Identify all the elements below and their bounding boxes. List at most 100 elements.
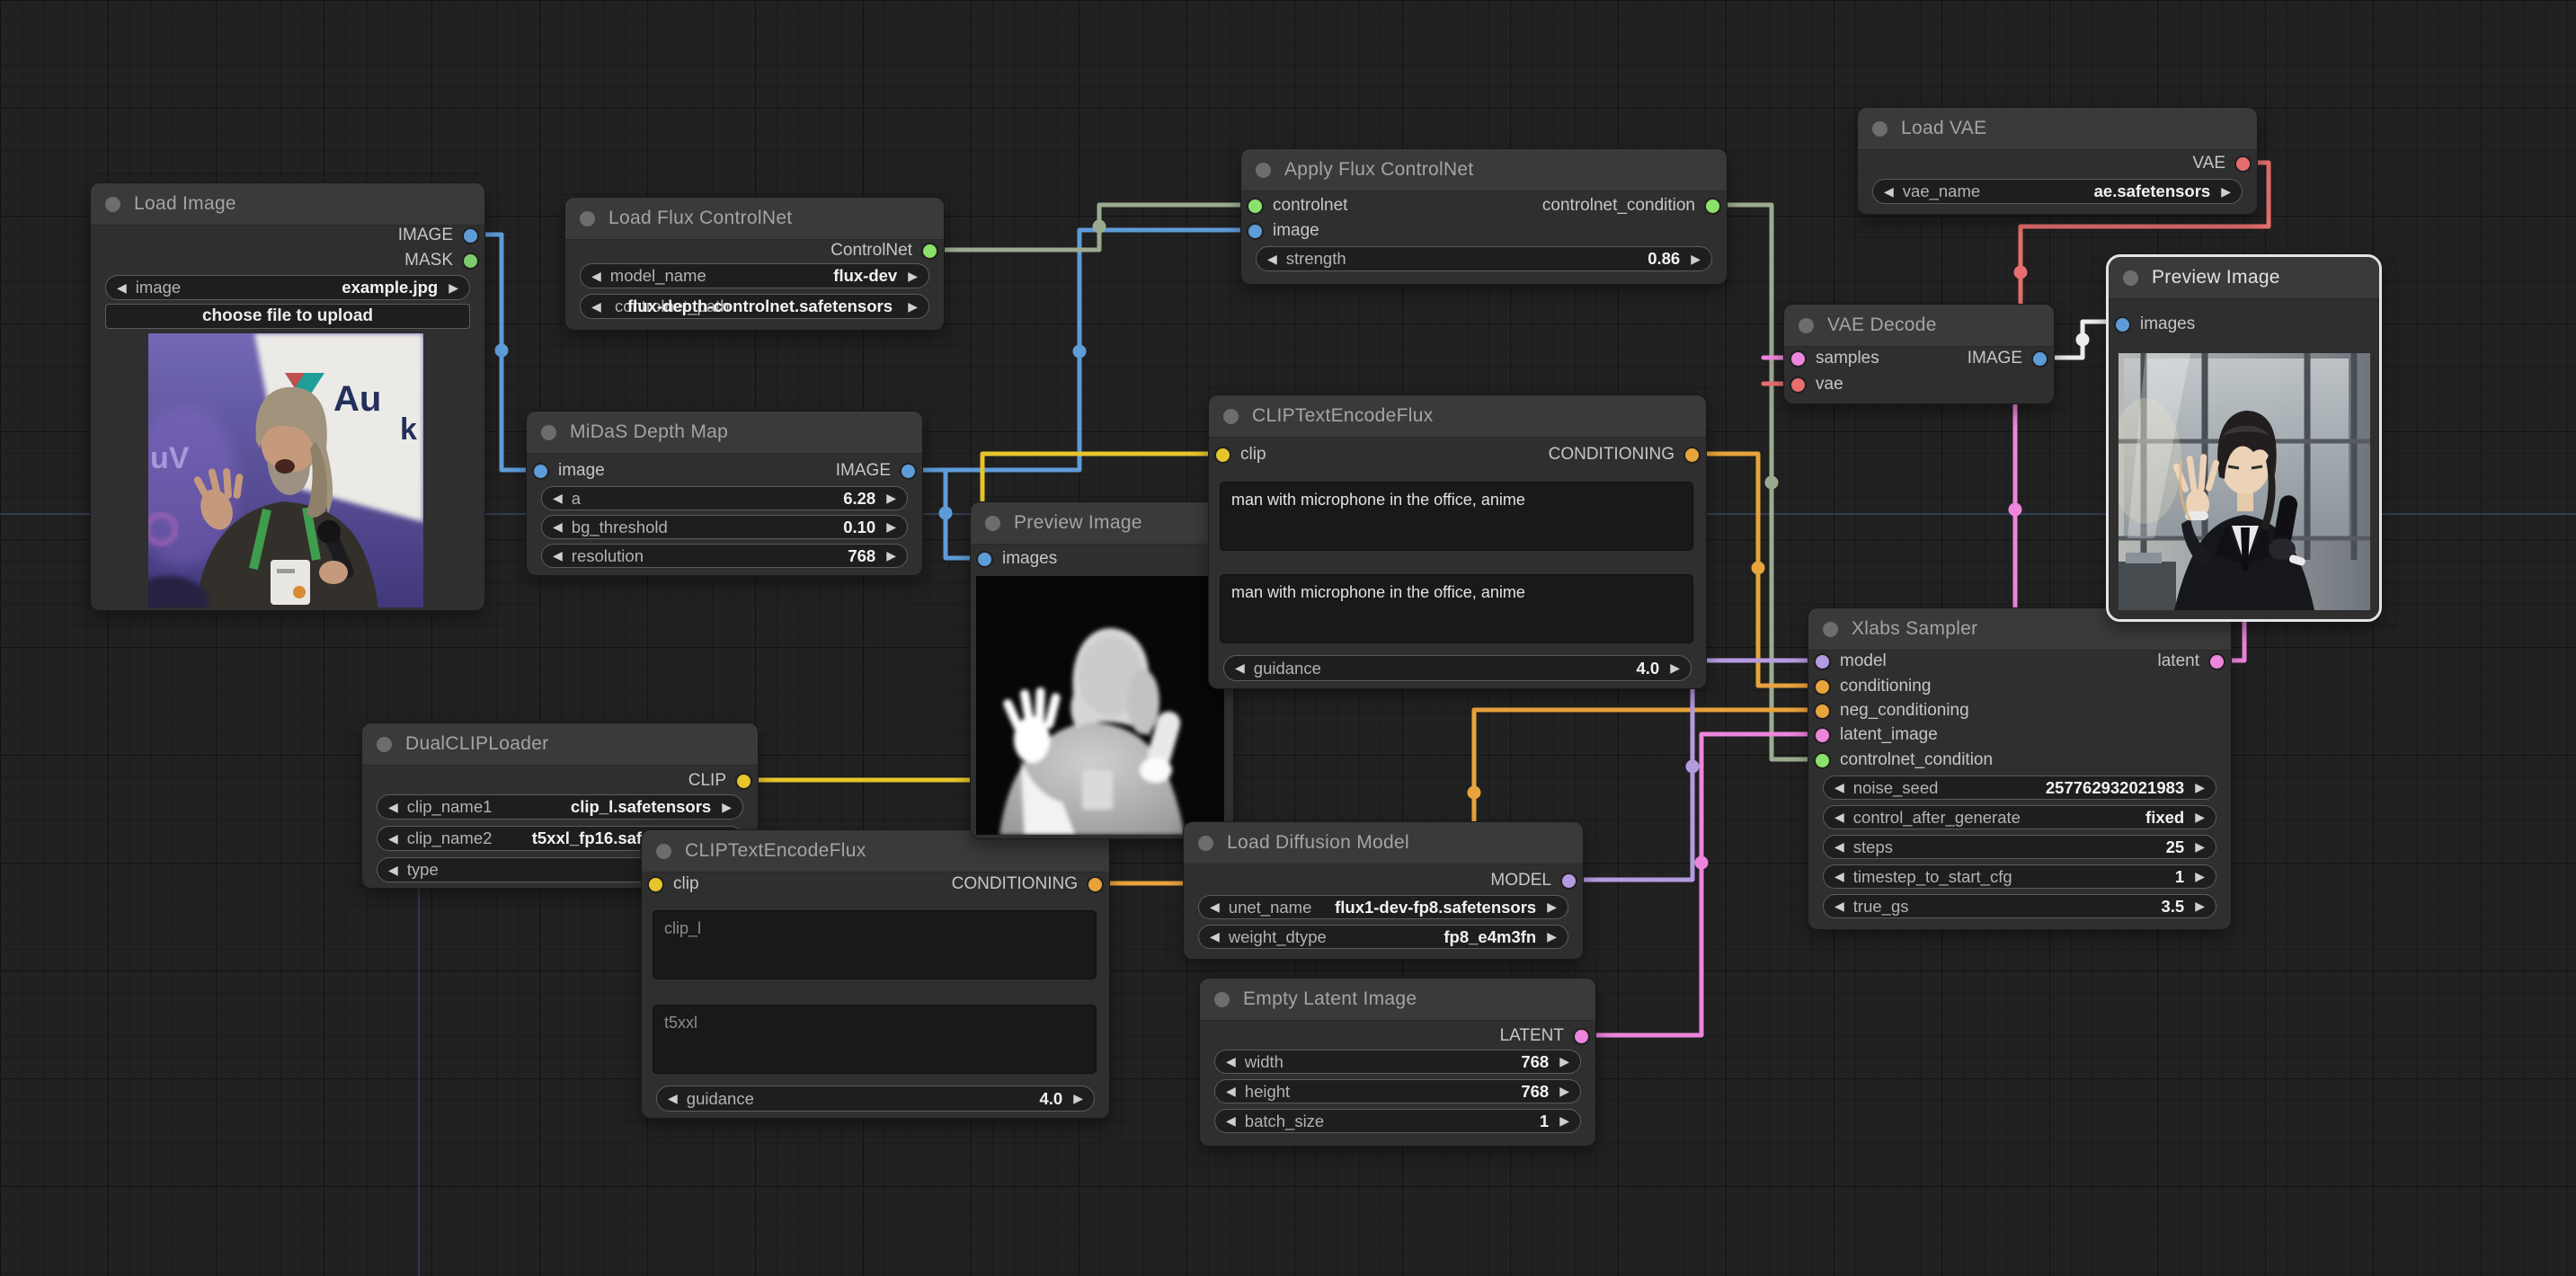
collapse-dot-icon[interactable]	[656, 843, 671, 859]
timestep_to_start_cfg-widget[interactable]: ◀ timestep_to_start_cfg 1 ▶	[1823, 864, 2216, 889]
controlnet-port-dot[interactable]	[1248, 199, 1262, 213]
increment-arrow-icon[interactable]: ▶	[2195, 839, 2205, 855]
increment-arrow-icon[interactable]: ▶	[722, 800, 732, 815]
increment-arrow-icon[interactable]: ▶	[2195, 810, 2205, 825]
decrement-arrow-icon[interactable]: ◀	[1834, 899, 1844, 914]
image-port-dot[interactable]	[1248, 224, 1262, 238]
height-widget[interactable]: ◀ height 768 ▶	[1214, 1079, 1581, 1103]
decrement-arrow-icon[interactable]: ◀	[1834, 780, 1844, 795]
vae_name-widget[interactable]: ◀ vae_name ae.safetensors ▶	[1872, 179, 2243, 204]
neg_conditioning-port-dot[interactable]	[1816, 704, 1829, 718]
collapse-dot-icon[interactable]	[1256, 162, 1271, 178]
decrement-arrow-icon[interactable]: ◀	[1226, 1054, 1236, 1069]
noise_seed-widget[interactable]: ◀ noise_seed 257762932021983 ▶	[1823, 775, 2216, 800]
prompt-textarea[interactable]: man with microphone in the office, anime	[1220, 574, 1693, 643]
node-midas-depth-map[interactable]: MiDaS Depth Map image IMAGE ◀ a 6.28 ▶ ◀ bg_thre…	[526, 411, 923, 576]
increment-arrow-icon[interactable]: ▶	[908, 299, 918, 315]
node-titlebar[interactable]: Preview Image	[2109, 257, 2379, 299]
strength-widget[interactable]: ◀ strength 0.86 ▶	[1256, 246, 1712, 271]
CONDITIONING-port-dot[interactable]	[1088, 877, 1102, 891]
images-port-dot[interactable]	[2116, 317, 2129, 332]
decrement-arrow-icon[interactable]: ◀	[1834, 810, 1844, 825]
increment-arrow-icon[interactable]: ▶	[1073, 1091, 1083, 1106]
decrement-arrow-icon[interactable]: ◀	[1226, 1113, 1236, 1129]
image-widget[interactable]: ◀ image example.jpg ▶	[105, 275, 470, 300]
MODEL-port-dot[interactable]	[1562, 873, 1576, 888]
node-titlebar[interactable]: Preview Image	[971, 502, 1233, 545]
decrement-arrow-icon[interactable]: ◀	[553, 548, 563, 563]
control_after_generate-widget[interactable]: ◀ control_after_generate fixed ▶	[1823, 805, 2216, 829]
decrement-arrow-icon[interactable]: ◀	[388, 831, 398, 846]
true_gs-widget[interactable]: ◀ true_gs 3.5 ▶	[1823, 894, 2216, 918]
latent-port-dot[interactable]	[2210, 654, 2224, 669]
decrement-arrow-icon[interactable]: ◀	[1834, 869, 1844, 884]
node-xlabs-sampler[interactable]: Xlabs Sampler model conditioning neg_condit…	[1808, 607, 2232, 930]
CLIP-port-dot[interactable]	[737, 774, 751, 788]
collapse-dot-icon[interactable]	[377, 736, 392, 752]
steps-widget[interactable]: ◀ steps 25 ▶	[1823, 835, 2216, 859]
decrement-arrow-icon[interactable]: ◀	[591, 269, 601, 284]
collapse-dot-icon[interactable]	[2123, 270, 2138, 286]
node-titlebar[interactable]: DualCLIPLoader	[362, 723, 758, 766]
node-empty-latent-image[interactable]: Empty Latent Image LATENT ◀ width 768 ▶ ◀ heigh…	[1199, 978, 1596, 1147]
collapse-dot-icon[interactable]	[1198, 835, 1213, 851]
collapse-dot-icon[interactable]	[541, 424, 556, 440]
controlnet_path-widget[interactable]: ◀ controlnet_path flux-depth-controlnet.sa…	[580, 294, 929, 319]
image-port-dot[interactable]	[534, 464, 547, 478]
node-titlebar[interactable]: Load Diffusion Model	[1184, 822, 1583, 864]
decrement-arrow-icon[interactable]: ◀	[1884, 184, 1894, 199]
node-titlebar[interactable]: MiDaS Depth Map	[527, 412, 922, 454]
increment-arrow-icon[interactable]: ▶	[449, 280, 458, 296]
increment-arrow-icon[interactable]: ▶	[1547, 899, 1557, 915]
increment-arrow-icon[interactable]: ▶	[886, 548, 896, 563]
batch_size-widget[interactable]: ◀ batch_size 1 ▶	[1214, 1109, 1581, 1133]
decrement-arrow-icon[interactable]: ◀	[388, 863, 398, 878]
increment-arrow-icon[interactable]: ▶	[2195, 869, 2205, 884]
prompt-textarea[interactable]: clip_l	[653, 910, 1097, 979]
ControlNet-port-dot[interactable]	[923, 244, 937, 258]
node-load-diffusion-model[interactable]: Load Diffusion Model MODEL ◀ unet_name flux1…	[1183, 821, 1584, 960]
node-apply-flux-controlnet[interactable]: Apply Flux ControlNet controlnet image cont…	[1240, 148, 1728, 285]
graph-canvas[interactable]: Load Image IMAGE MASK ◀ image example.jpg ▶ cho…	[0, 0, 2576, 1276]
CONDITIONING-port-dot[interactable]	[1685, 447, 1699, 462]
node-titlebar[interactable]: Load Flux ControlNet	[565, 198, 944, 240]
model_name-widget[interactable]: ◀ model_name flux-dev ▶	[580, 263, 929, 288]
guidance-widget[interactable]: ◀ guidance 4.0 ▶	[1223, 655, 1692, 681]
MASK-port-dot[interactable]	[464, 253, 477, 268]
node-titlebar[interactable]: VAE Decode	[1784, 305, 2054, 347]
decrement-arrow-icon[interactable]: ◀	[553, 491, 563, 506]
model-port-dot[interactable]	[1816, 654, 1829, 669]
increment-arrow-icon[interactable]: ▶	[1559, 1054, 1569, 1069]
collapse-dot-icon[interactable]	[1872, 120, 1888, 137]
decrement-arrow-icon[interactable]: ◀	[668, 1091, 678, 1106]
increment-arrow-icon[interactable]: ▶	[1670, 660, 1680, 676]
collapse-dot-icon[interactable]	[105, 196, 120, 212]
decrement-arrow-icon[interactable]: ◀	[1210, 929, 1220, 944]
node-titlebar[interactable]: Empty Latent Image	[1200, 979, 1595, 1021]
decrement-arrow-icon[interactable]: ◀	[591, 299, 601, 315]
node-preview-image-2[interactable]: Preview Image images	[2106, 254, 2382, 622]
node-vae-decode[interactable]: VAE Decode samples vae IMAGE	[1783, 304, 2055, 404]
collapse-dot-icon[interactable]	[1214, 991, 1230, 1007]
increment-arrow-icon[interactable]: ▶	[2195, 899, 2205, 914]
decrement-arrow-icon[interactable]: ◀	[117, 280, 127, 296]
LATENT-port-dot[interactable]	[1575, 1029, 1588, 1043]
decrement-arrow-icon[interactable]: ◀	[1834, 839, 1844, 855]
increment-arrow-icon[interactable]: ▶	[908, 269, 918, 284]
collapse-dot-icon[interactable]	[1799, 317, 1814, 333]
collapse-dot-icon[interactable]	[580, 210, 595, 226]
controlnet_condition-port-dot[interactable]	[1706, 199, 1719, 213]
VAE-port-dot[interactable]	[2236, 156, 2250, 171]
decrement-arrow-icon[interactable]: ◀	[1235, 660, 1245, 676]
collapse-dot-icon[interactable]	[1223, 408, 1239, 424]
increment-arrow-icon[interactable]: ▶	[886, 519, 896, 535]
node-load-vae[interactable]: Load VAE VAE ◀ vae_name ae.safetensors ▶	[1857, 107, 2258, 215]
increment-arrow-icon[interactable]: ▶	[1559, 1084, 1569, 1099]
node-clip-text-encode-flux-1[interactable]: CLIPTextEncodeFlux clip CONDITIONING man wi…	[1208, 394, 1707, 689]
IMAGE-port-dot[interactable]	[464, 228, 477, 243]
IMAGE-port-dot[interactable]	[902, 464, 915, 478]
latent_image-port-dot[interactable]	[1816, 728, 1829, 742]
guidance-widget[interactable]: ◀ guidance 4.0 ▶	[656, 1085, 1095, 1112]
controlnet_condition-port-dot[interactable]	[1816, 753, 1829, 767]
increment-arrow-icon[interactable]: ▶	[2195, 780, 2205, 795]
